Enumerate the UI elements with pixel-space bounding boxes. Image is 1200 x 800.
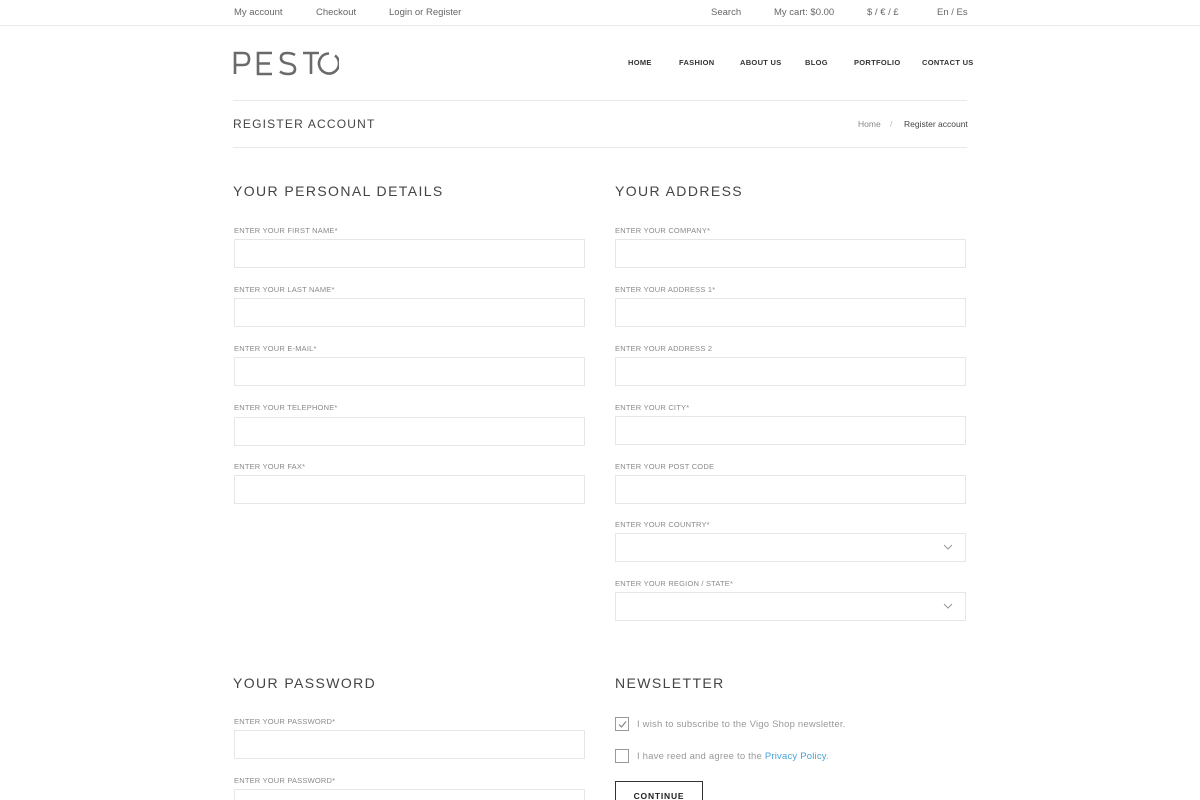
logo-wordmark <box>233 51 339 76</box>
email-field[interactable] <box>234 357 585 386</box>
agree-label-wrap: I have reed and agree to the Privacy Pol… <box>637 751 829 762</box>
password-field[interactable] <box>234 730 585 759</box>
first-name-field[interactable] <box>234 239 585 268</box>
agree-label: I have reed and agree to the <box>637 751 762 762</box>
telephone-field[interactable] <box>234 417 585 446</box>
company-field[interactable] <box>615 239 966 268</box>
last-name-label: ENTER YOUR LAST NAME* <box>234 285 335 294</box>
last-name-field[interactable] <box>234 298 585 327</box>
continue-button[interactable]: CONTINUE <box>615 781 703 800</box>
language-switcher[interactable]: En / Es <box>937 7 968 19</box>
logo[interactable] <box>233 50 339 76</box>
nav-portfolio[interactable]: PORTFOLIO <box>854 58 900 68</box>
password-confirm-field[interactable] <box>234 789 585 800</box>
top-bar: My account Checkout Login or Register Se… <box>0 0 1200 26</box>
checkout-link[interactable]: Checkout <box>316 7 356 19</box>
post-code-field[interactable] <box>615 475 966 504</box>
address1-field[interactable] <box>615 298 966 327</box>
chevron-down-icon <box>943 603 953 609</box>
subscribe-option[interactable]: I wish to subscribe to the Vigo Shop new… <box>615 717 855 731</box>
newsletter-heading: NEWSLETTER <box>615 675 725 691</box>
continue-button-label: CONTINUE <box>633 791 685 800</box>
chevron-down-icon <box>943 544 953 550</box>
nav-blog[interactable]: BLOG <box>805 58 828 68</box>
checkmark-icon <box>618 721 627 728</box>
login-register-link[interactable]: Login or Register <box>389 7 461 19</box>
privacy-policy-link[interactable]: Privacy Policy <box>765 751 826 762</box>
address2-label: ENTER YOUR ADDRESS 2 <box>615 344 713 353</box>
nav-home[interactable]: HOME <box>628 58 652 68</box>
post-code-label: ENTER YOUR POST CODE <box>615 462 715 471</box>
nav-about-us[interactable]: ABOUT US <box>740 58 782 68</box>
agree-suffix: . <box>826 751 829 762</box>
breadcrumb-current: Register account <box>904 119 968 129</box>
fax-field[interactable] <box>234 475 585 504</box>
nav-fashion[interactable]: FASHION <box>679 58 714 68</box>
page-title: REGISTER ACCOUNT <box>233 117 376 131</box>
my-account-link[interactable]: My account <box>234 7 283 19</box>
telephone-label: ENTER YOUR TELEPHONE* <box>234 403 338 412</box>
agree-checkbox[interactable] <box>615 749 629 763</box>
address2-field[interactable] <box>615 357 966 386</box>
address1-label: ENTER YOUR ADDRESS 1* <box>615 285 716 294</box>
city-field[interactable] <box>615 416 966 445</box>
password-label: ENTER YOUR PASSWORD* <box>234 717 336 726</box>
breadcrumb-home[interactable]: Home <box>858 119 881 130</box>
subscribe-label: I wish to subscribe to the Vigo Shop new… <box>637 719 846 730</box>
region-label: ENTER YOUR REGION / STATE* <box>615 579 734 588</box>
personal-details-heading: YOUR PERSONAL DETAILS <box>233 183 444 199</box>
nav-contact-us[interactable]: CONTACT US <box>922 58 974 68</box>
password-confirm-label: ENTER YOUR PASSWORD* <box>234 776 336 785</box>
agree-option[interactable]: I have reed and agree to the Privacy Pol… <box>615 749 835 763</box>
currency-switcher[interactable]: $ / € / £ <box>867 7 899 19</box>
email-label: ENTER YOUR E-MAIL* <box>234 344 317 353</box>
header-divider <box>233 100 967 101</box>
search-link[interactable]: Search <box>711 7 741 19</box>
region-select[interactable] <box>615 592 966 621</box>
password-heading: YOUR PASSWORD <box>233 675 377 691</box>
fax-label: ENTER YOUR FAX* <box>234 462 306 471</box>
address-heading: YOUR ADDRESS <box>615 183 744 199</box>
title-divider <box>233 147 967 148</box>
company-label: ENTER YOUR COMPANY* <box>615 226 711 235</box>
country-select[interactable] <box>615 533 966 562</box>
cart-link[interactable]: My cart: $0.00 <box>774 7 834 19</box>
subscribe-checkbox[interactable] <box>615 717 629 731</box>
country-label: ENTER YOUR COUNTRY* <box>615 520 710 529</box>
first-name-label: ENTER YOUR FIRST NAME* <box>234 226 338 235</box>
breadcrumb-separator: / <box>890 119 893 129</box>
city-label: ENTER YOUR CITY* <box>615 403 690 412</box>
